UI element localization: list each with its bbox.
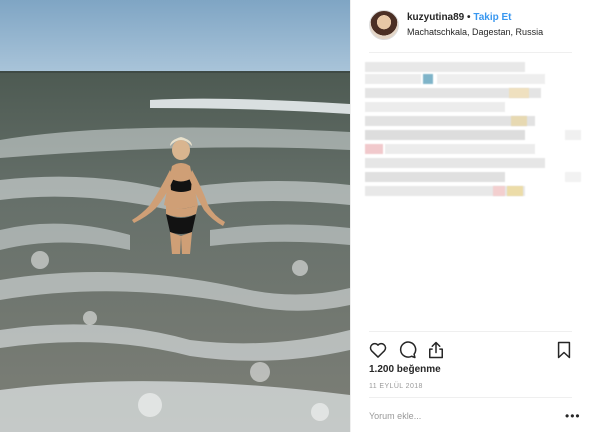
- divider: [369, 52, 572, 53]
- bookmark-icon: [557, 341, 571, 359]
- action-bar: [368, 340, 573, 360]
- location-link[interactable]: Machatschkala, Dagestan, Russia: [407, 27, 543, 37]
- heart-icon: [369, 342, 387, 358]
- avatar[interactable]: [369, 10, 399, 40]
- post-header: kuzyutina89 • Takip Et Machatschkala, Da…: [369, 10, 574, 46]
- username-link[interactable]: kuzyutina89: [407, 12, 464, 23]
- divider: [369, 331, 572, 332]
- comment-button[interactable]: [397, 340, 417, 360]
- share-icon: [429, 341, 443, 359]
- more-options-icon[interactable]: •••: [565, 410, 581, 422]
- share-button[interactable]: [426, 340, 446, 360]
- like-button[interactable]: [368, 340, 388, 360]
- blurred-caption: [365, 62, 587, 202]
- post-photo[interactable]: [0, 0, 350, 432]
- divider: [369, 397, 572, 398]
- separator-dot: •: [467, 12, 471, 23]
- post-date: 11 EYLÜL 2018: [369, 383, 423, 390]
- comment-icon: [399, 341, 417, 359]
- beach-photo-image: [0, 0, 350, 432]
- comment-input[interactable]: Yorum ekle...: [369, 411, 421, 421]
- post-sidebar: kuzyutina89 • Takip Et Machatschkala, Da…: [350, 0, 590, 432]
- instagram-post: kuzyutina89 • Takip Et Machatschkala, Da…: [0, 0, 590, 432]
- follow-button[interactable]: Takip Et: [473, 12, 511, 23]
- likes-count[interactable]: 1.200 beğenme: [369, 364, 441, 375]
- save-button[interactable]: [554, 340, 574, 360]
